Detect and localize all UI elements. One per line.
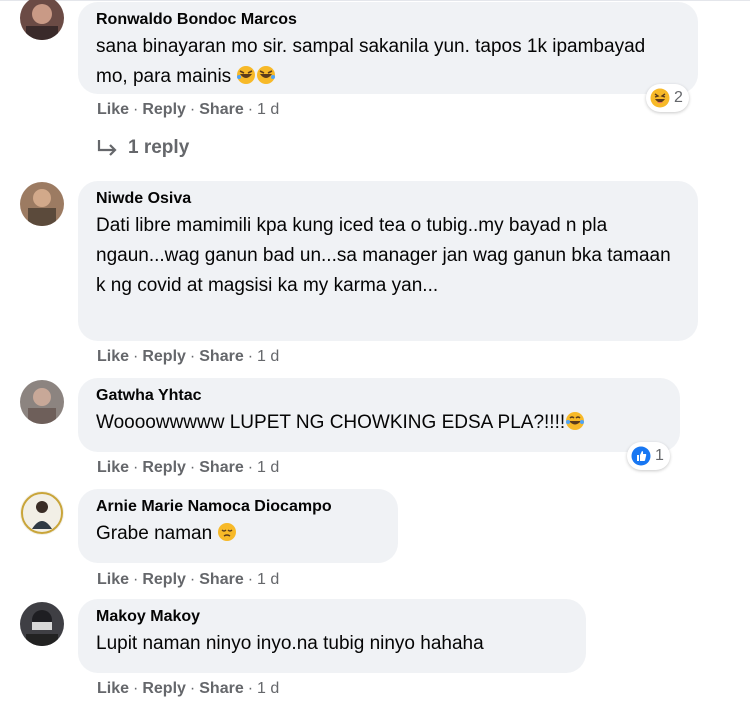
like-button[interactable]: Like — [97, 571, 129, 588]
avatar-photo-icon — [20, 602, 64, 646]
comment-text: sana binayaran mo sir. sampal sakanila y… — [96, 32, 680, 92]
comment-timestamp[interactable]: 1 d — [257, 348, 279, 365]
avatar-photo-icon — [20, 491, 64, 535]
share-button[interactable]: Share — [199, 348, 243, 365]
comment-actions: Like · Reply · Share · 1 d — [97, 459, 280, 476]
comment-author[interactable]: Gatwha Yhtac — [96, 386, 662, 406]
avatar[interactable] — [20, 182, 64, 226]
comment-timestamp[interactable]: 1 d — [257, 101, 279, 118]
top-divider — [0, 0, 750, 1]
pensive-face-emoji — [218, 523, 237, 541]
avatar[interactable] — [20, 491, 64, 535]
avatar[interactable] — [20, 0, 64, 40]
comment-text: Dati libre mamimili kpa kung iced tea o … — [96, 215, 671, 296]
rolling-on-floor-laughing-emoji — [237, 66, 256, 84]
reply-button[interactable]: Reply — [142, 571, 186, 588]
reply-button[interactable]: Reply — [142, 101, 186, 118]
haha-reaction-icon — [650, 88, 670, 108]
reaction-count[interactable]: 2 — [646, 84, 689, 112]
share-button[interactable]: Share — [199, 459, 243, 476]
share-button[interactable]: Share — [199, 571, 243, 588]
avatar-photo-icon — [20, 0, 64, 40]
reply-arrow-icon — [97, 140, 117, 156]
comment-bubble: Arnie Marie Namoca Diocampo Grabe naman — [78, 489, 398, 563]
like-button[interactable]: Like — [97, 348, 129, 365]
reaction-count-label: 1 — [655, 447, 664, 464]
comment-text: Lupit naman ninyo inyo.na tubig ninyo ha… — [96, 633, 484, 654]
comment-text-body: Grabe naman — [96, 523, 213, 544]
comment-bubble: Makoy Makoy Lupit naman ninyo inyo.na tu… — [78, 599, 586, 673]
comment-actions: Like · Reply · Share · 1 d — [97, 348, 280, 365]
comment-bubble: Gatwha Yhtac Woooowwwww LUPET NG CHOWKIN… — [78, 378, 680, 452]
like-reaction-icon — [631, 446, 651, 466]
comment-actions: Like · Reply · Share · 1 d — [97, 101, 280, 118]
comment-timestamp[interactable]: 1 d — [257, 459, 279, 476]
comment-bubble: Niwde Osiva Dati libre mamimili kpa kung… — [78, 181, 698, 341]
reaction-count-label: 2 — [674, 89, 683, 106]
avatar-photo-icon — [20, 182, 64, 226]
comment-text: Woooowwwww LUPET NG CHOWKING EDSA PLA?!!… — [96, 408, 662, 438]
view-replies-label: 1 reply — [128, 137, 190, 158]
comment-text: Grabe naman — [96, 519, 380, 549]
like-button[interactable]: Like — [97, 680, 129, 697]
comment-actions: Like · Reply · Share · 1 d — [97, 680, 280, 697]
comment-timestamp[interactable]: 1 d — [257, 680, 279, 697]
comment-author[interactable]: Niwde Osiva — [96, 189, 680, 209]
share-button[interactable]: Share — [199, 680, 243, 697]
comment-text-body: sana binayaran mo sir. sampal sakanila y… — [96, 36, 646, 87]
view-replies-link[interactable]: 1 reply — [96, 137, 189, 159]
avatar[interactable] — [20, 602, 64, 646]
like-button[interactable]: Like — [97, 459, 129, 476]
like-button[interactable]: Like — [97, 101, 129, 118]
reply-button[interactable]: Reply — [142, 348, 186, 365]
reaction-count[interactable]: 1 — [627, 442, 670, 470]
avatar-photo-icon — [20, 380, 64, 424]
comment-author[interactable]: Makoy Makoy — [96, 607, 568, 627]
reply-button[interactable]: Reply — [142, 680, 186, 697]
avatar[interactable] — [20, 380, 64, 424]
tears-of-joy-emoji — [566, 412, 585, 430]
comment-text-body: Woooowwwww LUPET NG CHOWKING EDSA PLA?!!… — [96, 412, 566, 433]
comment-bubble: Ronwaldo Bondoc Marcos sana binayaran mo… — [78, 2, 698, 94]
share-button[interactable]: Share — [199, 101, 243, 118]
comment-timestamp[interactable]: 1 d — [257, 571, 279, 588]
comment-author[interactable]: Arnie Marie Namoca Diocampo — [96, 497, 380, 517]
reply-button[interactable]: Reply — [142, 459, 186, 476]
comment-actions: Like · Reply · Share · 1 d — [97, 571, 280, 588]
rolling-on-floor-laughing-emoji — [257, 66, 276, 84]
comment-author[interactable]: Ronwaldo Bondoc Marcos — [96, 10, 680, 30]
